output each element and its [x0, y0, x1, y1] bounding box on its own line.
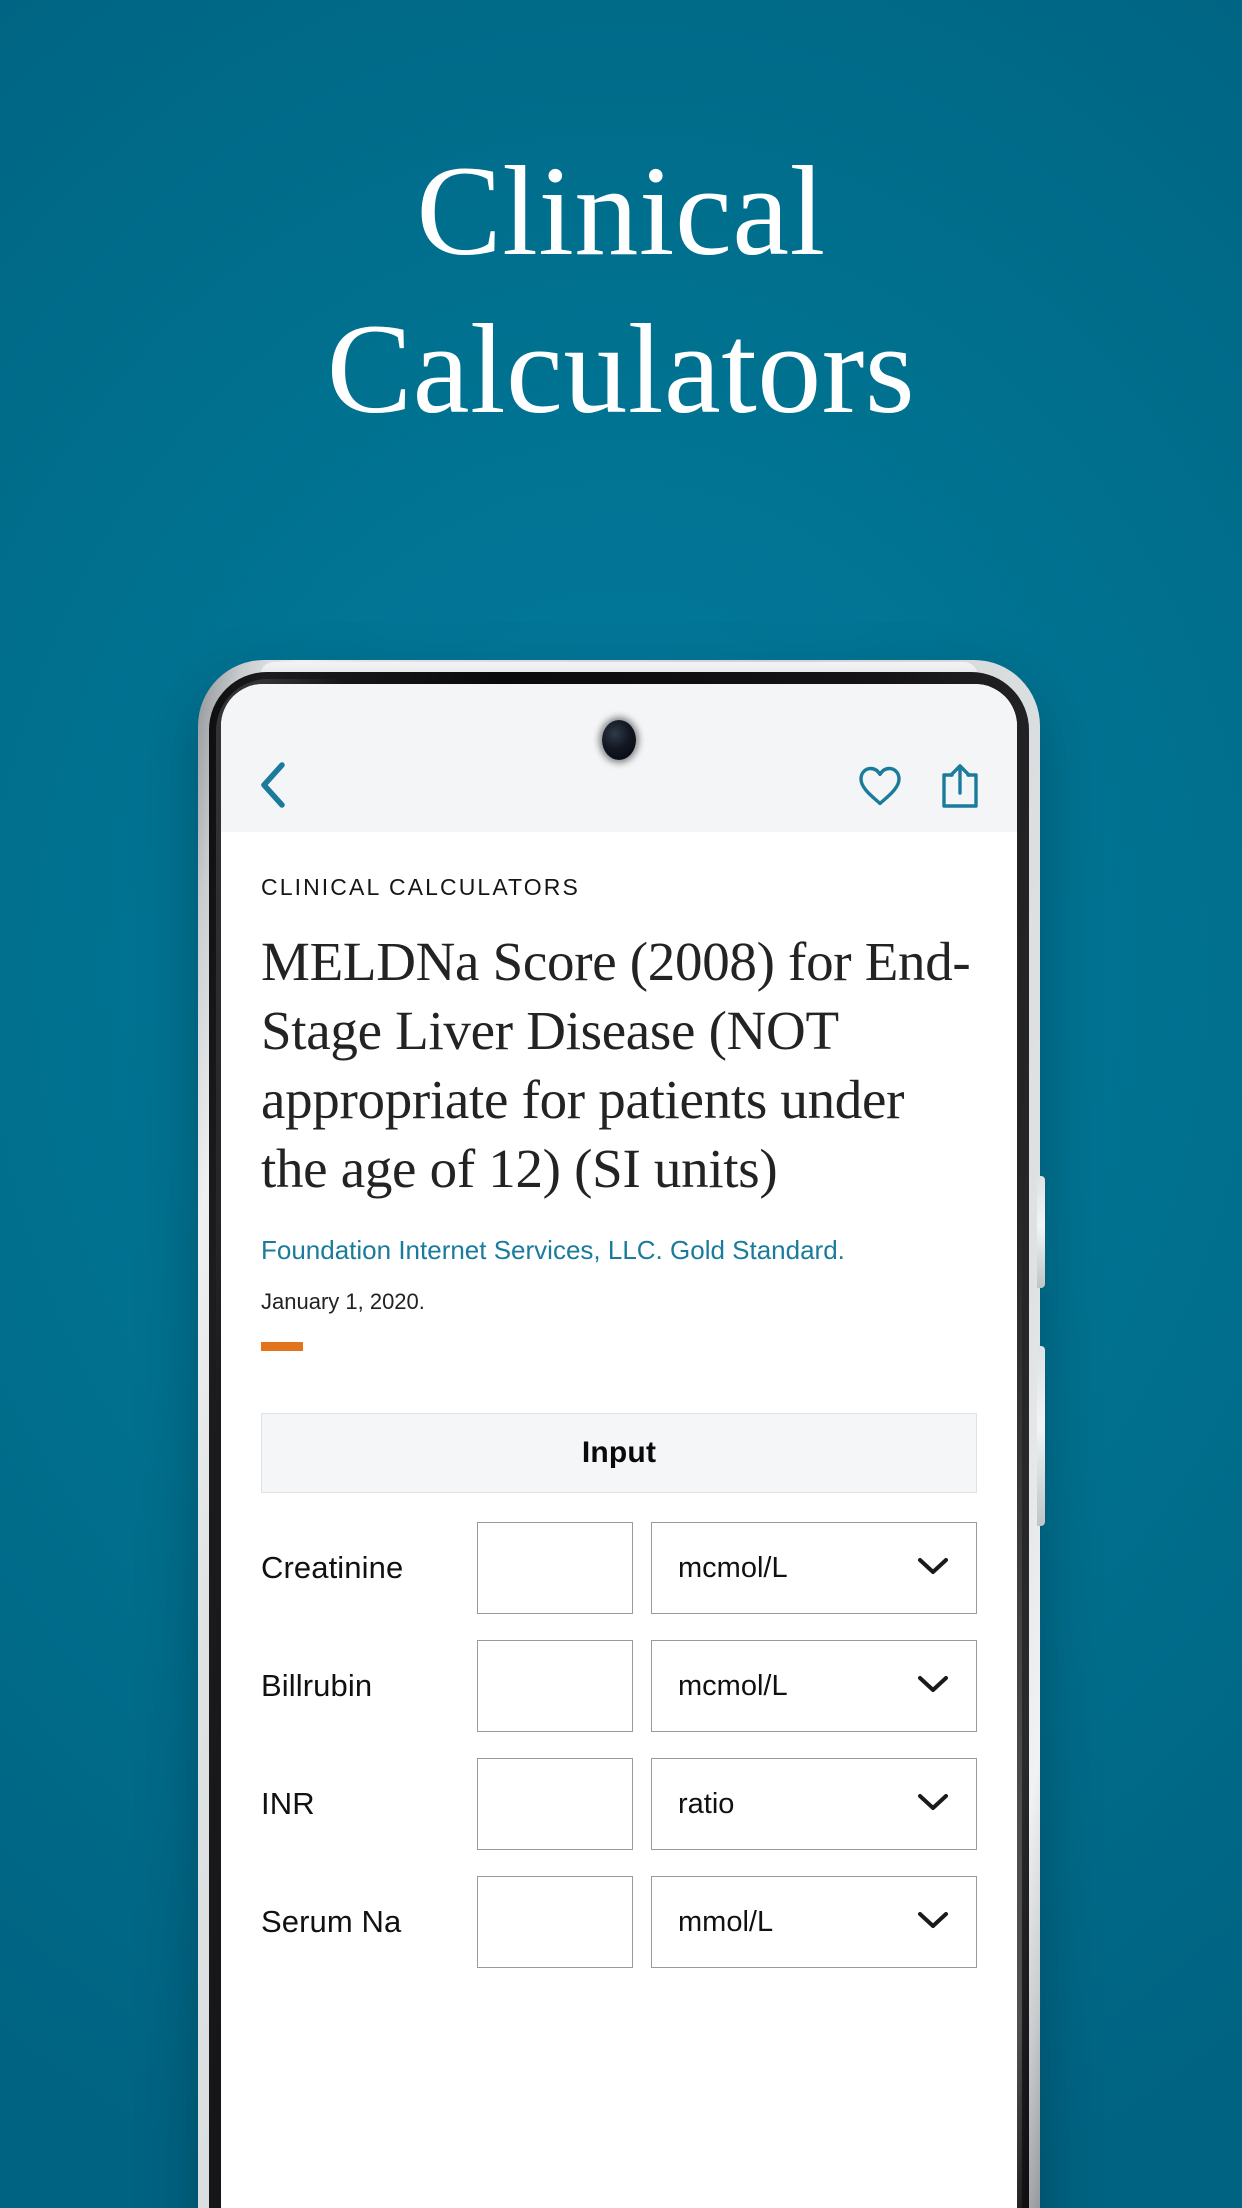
- creatinine-unit-select[interactable]: mcmol/L: [651, 1522, 977, 1614]
- table-row: INR ratio: [261, 1745, 977, 1863]
- table-row: Creatinine mcmol/L: [261, 1509, 977, 1627]
- serum-na-unit-label: mmol/L: [678, 1905, 774, 1938]
- chevron-down-icon: [916, 1791, 950, 1818]
- article-date: January 1, 2020.: [261, 1289, 425, 1314]
- front-camera-icon: [602, 720, 636, 760]
- serum-na-unit-select[interactable]: mmol/L: [651, 1876, 977, 1968]
- table-row: Serum Na mmol/L: [261, 1863, 977, 1981]
- input-form: Creatinine mcmol/L Billrubin mcmol/L INR…: [261, 1493, 977, 1981]
- billrubin-input[interactable]: [477, 1640, 633, 1732]
- article-source-link[interactable]: Foundation Internet Services, LLC. Gold …: [261, 1233, 977, 1267]
- phone-screen: CLINICAL CALCULATORS MELDNa Score (2008)…: [221, 684, 1017, 2208]
- creatinine-input[interactable]: [477, 1522, 633, 1614]
- app-header-right-group: [853, 758, 985, 814]
- input-section-header: Input: [261, 1413, 977, 1493]
- field-label-inr: INR: [261, 1786, 315, 1821]
- breadcrumb[interactable]: CLINICAL CALCULATORS: [261, 874, 977, 901]
- phone-device-mockup: CLINICAL CALCULATORS MELDNa Score (2008)…: [198, 660, 1045, 2208]
- volume-button[interactable]: [1037, 1176, 1045, 1288]
- back-button[interactable]: [253, 756, 295, 814]
- billrubin-unit-label: mcmol/L: [678, 1669, 788, 1702]
- table-row: Billrubin mcmol/L: [261, 1627, 977, 1745]
- serum-na-input[interactable]: [477, 1876, 633, 1968]
- power-button[interactable]: [1037, 1346, 1045, 1526]
- billrubin-unit-select[interactable]: mcmol/L: [651, 1640, 977, 1732]
- share-icon: [939, 762, 981, 810]
- inr-unit-label: ratio: [678, 1787, 735, 1820]
- chevron-down-icon: [916, 1673, 950, 1700]
- field-label-billrubin: Billrubin: [261, 1668, 373, 1703]
- promo-headline-line-1: Clinical: [416, 140, 826, 282]
- chevron-down-icon: [916, 1555, 950, 1582]
- favorite-button[interactable]: [853, 761, 907, 811]
- app-header-left-group: [253, 756, 295, 814]
- creatinine-unit-label: mcmol/L: [678, 1551, 788, 1584]
- chevron-down-icon: [916, 1909, 950, 1936]
- inr-unit-select[interactable]: ratio: [651, 1758, 977, 1850]
- field-label-serum-na: Serum Na: [261, 1904, 402, 1939]
- promo-headline: Clinical Calculators: [0, 132, 1242, 448]
- page-title: MELDNa Score (2008) for End-Stage Liver …: [261, 931, 971, 1199]
- accent-divider: [261, 1342, 303, 1351]
- chevron-left-icon: [257, 760, 291, 810]
- inr-input[interactable]: [477, 1758, 633, 1850]
- heart-icon: [857, 765, 903, 807]
- promo-headline-line-2: Calculators: [326, 298, 916, 440]
- field-label-creatinine: Creatinine: [261, 1550, 404, 1585]
- share-button[interactable]: [935, 758, 985, 814]
- app-content: CLINICAL CALCULATORS MELDNa Score (2008)…: [221, 832, 1017, 1981]
